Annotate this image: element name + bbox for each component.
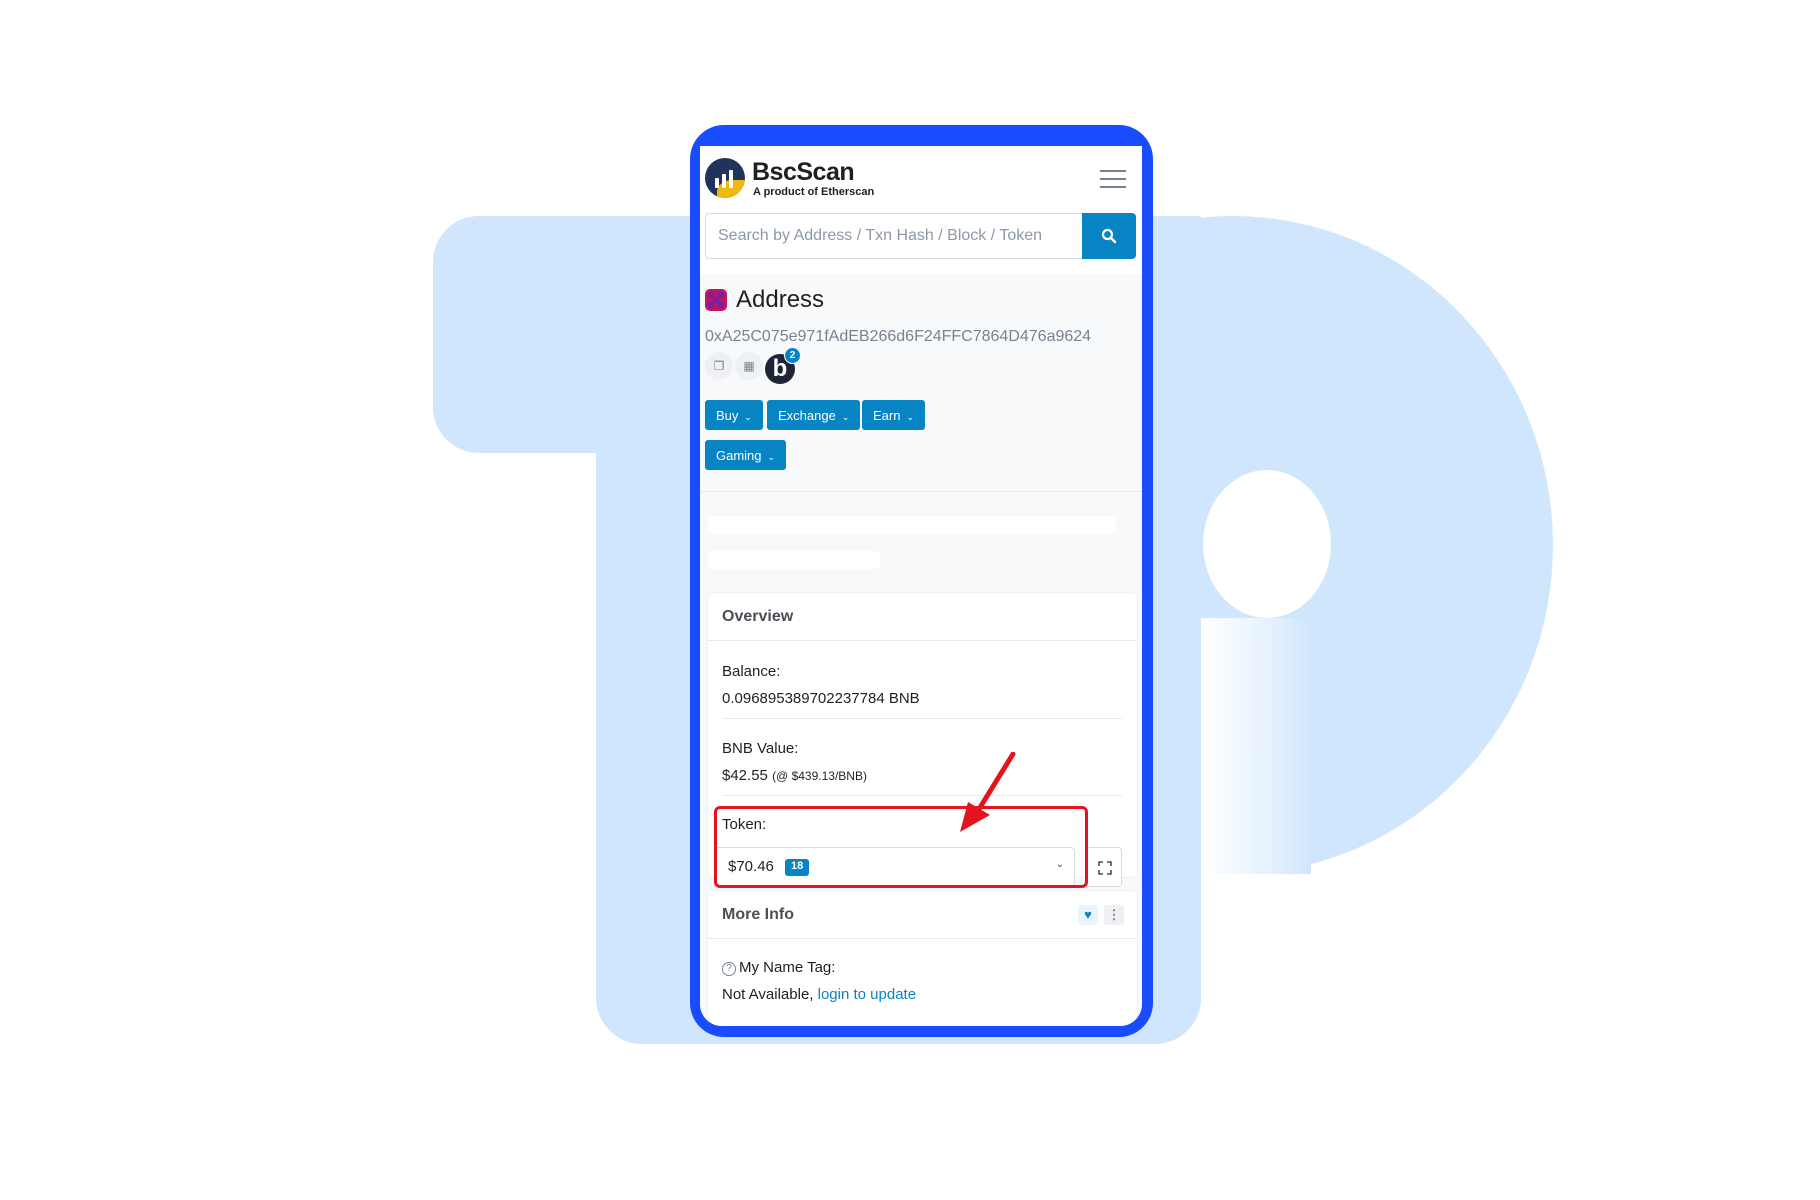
heart-icon[interactable]: ♥ (1078, 905, 1098, 925)
more-info-header: More Info ♥ ⋮ (708, 891, 1137, 939)
buy-button[interactable]: Buy ⌄ (705, 400, 763, 430)
more-options-icon[interactable]: ⋮ (1104, 905, 1124, 925)
hamburger-menu-icon[interactable] (1100, 170, 1126, 190)
name-tag-label-text: My Name Tag: (739, 959, 836, 976)
search-icon (1101, 228, 1117, 244)
brand-name[interactable]: BscScan (752, 158, 855, 187)
background-logo-p-hole (1203, 470, 1331, 618)
buy-label: Buy (716, 408, 739, 423)
row-divider (722, 795, 1122, 796)
bnb-value-amount: $42.55 (722, 767, 768, 784)
chevron-down-icon: ⌄ (841, 412, 850, 422)
chevron-down-icon: ⌄ (767, 452, 776, 462)
red-arrow-icon (960, 752, 1016, 832)
row-divider (722, 718, 1122, 719)
expand-button[interactable] (1086, 847, 1122, 887)
address-avatar-icon (705, 289, 727, 311)
gaming-button[interactable]: Gaming ⌄ (705, 440, 787, 470)
highlight-box (714, 806, 1088, 888)
exchange-label: Exchange (778, 408, 836, 423)
balance-value: 0.096895389702237784 BNB (722, 690, 920, 707)
name-tag-value: Not Available, login to update (722, 986, 916, 1003)
address-hash: 0xA25C075e971fAdEB266d6F24FFC7864D476a96… (705, 328, 1092, 345)
search-button[interactable] (1082, 213, 1136, 259)
balance-label: Balance: (722, 663, 781, 680)
page-title: Address (736, 286, 825, 313)
login-link[interactable]: login to update (818, 986, 916, 1003)
phone-screen: BscScan A product of Etherscan Search by… (700, 146, 1142, 1026)
bscscan-logo-icon[interactable] (705, 158, 745, 198)
bnb-value-label: BNB Value: (722, 740, 799, 757)
bnb-value: $42.55 (@ $439.13/BNB) (722, 767, 867, 784)
name-tag-status: Not Available, (722, 986, 814, 1003)
overview-header: Overview (708, 593, 1137, 641)
copy-icon[interactable]: ❐ (705, 352, 733, 380)
overview-title: Overview (722, 608, 794, 625)
ad-placeholder (708, 516, 1116, 534)
qr-code-icon[interactable]: ▦ (735, 352, 763, 380)
earn-button[interactable]: Earn ⌄ (862, 400, 926, 430)
bnb-rate: (@ $439.13/BNB) (772, 769, 867, 783)
stage: BscScan A product of Etherscan Search by… (0, 0, 1820, 1200)
question-icon[interactable]: ? (722, 962, 736, 976)
ad-placeholder (708, 551, 880, 569)
brand-subtitle: A product of Etherscan (753, 186, 875, 198)
chevron-down-icon: ⌄ (906, 412, 915, 422)
b-badge-count: 2 (784, 347, 801, 364)
exchange-button[interactable]: Exchange ⌄ (767, 400, 861, 430)
chevron-down-icon: ⌄ (744, 412, 752, 422)
site-header: BscScan A product of Etherscan Search by… (700, 146, 1142, 274)
earn-label: Earn (873, 408, 901, 423)
more-info-card: More Info ♥ ⋮ ? My Name Tag: Not Availabl… (707, 890, 1138, 1026)
background-logo-p-tail (1201, 618, 1311, 874)
divider (700, 491, 1142, 492)
expand-icon (1098, 861, 1112, 875)
name-tag-label: ? My Name Tag: (722, 959, 835, 976)
gaming-label: Gaming (716, 448, 762, 463)
more-info-title: More Info (722, 906, 794, 923)
search-input[interactable]: Search by Address / Txn Hash / Block / T… (705, 213, 1082, 259)
